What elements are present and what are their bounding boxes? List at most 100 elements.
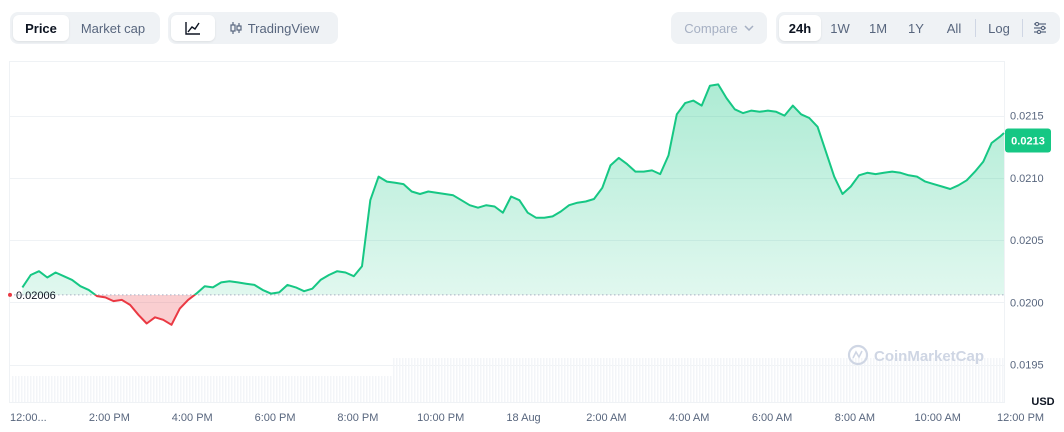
volume-bar	[708, 358, 710, 402]
volume-bar	[168, 376, 170, 402]
volume-bar	[603, 358, 605, 402]
volume-bar	[678, 358, 680, 402]
volume-bar	[549, 358, 551, 402]
volume-bar	[219, 376, 221, 402]
volume-bar	[537, 358, 539, 402]
volume-bar	[720, 358, 722, 402]
volume-bar	[357, 376, 359, 402]
volume-bar	[243, 376, 245, 402]
volume-bar	[384, 376, 386, 402]
volume-bar	[660, 358, 662, 402]
volume-bar	[390, 376, 392, 402]
volume-bar	[414, 358, 416, 402]
volume-bar	[429, 358, 431, 402]
volume-bar	[471, 358, 473, 402]
volume-bar	[570, 358, 572, 402]
volume-bar	[231, 376, 233, 402]
volume-bar	[315, 376, 317, 402]
volume-bar	[321, 376, 323, 402]
volume-bar	[324, 376, 326, 402]
volume-bar	[285, 376, 287, 402]
volume-bar	[48, 376, 50, 402]
volume-bar	[504, 358, 506, 402]
volume-bar	[450, 358, 452, 402]
volume-bar	[480, 358, 482, 402]
volume-bar	[825, 358, 827, 402]
volume-bar	[264, 376, 266, 402]
volume-bar	[1002, 358, 1004, 402]
volume-bar	[723, 358, 725, 402]
volume-bar	[732, 358, 734, 402]
volume-bar	[90, 376, 92, 402]
volume-bar	[474, 358, 476, 402]
volume-bar	[444, 358, 446, 402]
volume-bar	[51, 376, 53, 402]
volume-bar	[618, 358, 620, 402]
volume-bar	[141, 376, 143, 402]
volume-bar	[12, 376, 14, 402]
volume-bar	[831, 358, 833, 402]
volume-bar	[495, 358, 497, 402]
price-chart[interactable]: CoinMarketCap 0.0195 0.0200 0.0205 0.0210 0.…	[0, 0, 1064, 432]
volume-bar	[543, 358, 545, 402]
volume-bar	[576, 358, 578, 402]
volume-bar	[468, 358, 470, 402]
volume-bar	[693, 358, 695, 402]
volume-bar	[555, 358, 557, 402]
x-tick-label: 8:00 PM	[337, 412, 378, 424]
volume-bar	[261, 376, 263, 402]
volume-bar	[393, 358, 395, 402]
volume-bar	[300, 376, 302, 402]
volume-bar	[486, 358, 488, 402]
volume-bar	[621, 358, 623, 402]
volume-bar	[507, 358, 509, 402]
volume-bar	[258, 376, 260, 402]
volume-bar	[342, 376, 344, 402]
volume-bar	[255, 376, 257, 402]
volume-bar	[30, 376, 32, 402]
volume-bar	[369, 376, 371, 402]
volume-bar	[666, 358, 668, 402]
volume-bar	[663, 358, 665, 402]
volume-bar	[60, 376, 62, 402]
volume-bar	[804, 358, 806, 402]
volume-bar	[45, 376, 47, 402]
volume-bar	[771, 358, 773, 402]
volume-bar	[636, 358, 638, 402]
volume-bar	[432, 358, 434, 402]
x-tick-label: 6:00 PM	[255, 412, 296, 424]
volume-bar	[639, 358, 641, 402]
volume-bar	[114, 376, 116, 402]
volume-bar	[813, 358, 815, 402]
x-tick-label: 2:00 AM	[586, 412, 626, 424]
volume-bar	[564, 358, 566, 402]
volume-bar	[180, 376, 182, 402]
volume-bar	[735, 358, 737, 402]
volume-bar	[675, 358, 677, 402]
volume-bar	[15, 376, 17, 402]
volume-bar	[744, 358, 746, 402]
volume-bar	[66, 376, 68, 402]
volume-bar	[846, 358, 848, 402]
volume-bar	[234, 376, 236, 402]
volume-bar	[297, 376, 299, 402]
y-tick-label: 0.0195	[1010, 360, 1044, 372]
volume-bar	[102, 376, 104, 402]
volume-bar	[177, 376, 179, 402]
volume-bar	[600, 358, 602, 402]
volume-bar	[864, 358, 866, 402]
volume-bar	[702, 358, 704, 402]
volume-bar	[627, 358, 629, 402]
volume-bar	[246, 376, 248, 402]
volume-bar	[327, 376, 329, 402]
volume-bar	[783, 358, 785, 402]
watermark-text: CoinMarketCap	[874, 348, 984, 365]
volume-bar	[777, 358, 779, 402]
volume-bar	[78, 376, 80, 402]
volume-bar	[984, 358, 986, 402]
volume-bar	[108, 376, 110, 402]
volume-bar	[399, 358, 401, 402]
volume-bar	[726, 358, 728, 402]
volume-bar	[615, 358, 617, 402]
volume-bar	[354, 376, 356, 402]
